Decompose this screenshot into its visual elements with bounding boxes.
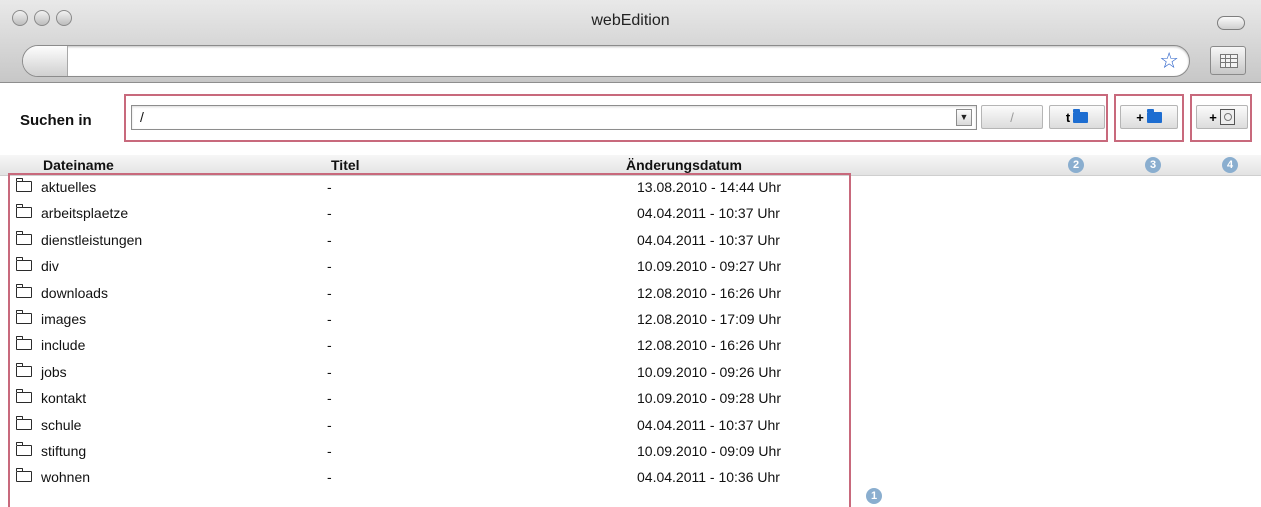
up-label: t [1065,109,1071,125]
file-date: 10.09.2010 - 09:09 Uhr [637,442,781,459]
file-title: - [327,205,332,222]
path-select[interactable]: / ▼ [131,105,977,130]
file-date: 10.09.2010 - 09:26 Uhr [637,363,781,380]
file-title: - [327,231,332,248]
window-title: webEdition [591,12,670,29]
file-name: schule [41,416,82,433]
file-toolbar: Suchen in / ▼ / t + + [0,83,1261,153]
file-date: 04.04.2011 - 10:37 Uhr [637,416,780,433]
root-directory-label: / [1010,109,1014,125]
file-name: images [41,310,87,327]
file-title: - [327,337,332,354]
list-item[interactable]: images - 12.08.2010 - 17:09 Uhr [0,308,850,334]
file-date: 12.08.2010 - 16:26 Uhr [637,284,781,301]
folder-icon [15,336,32,351]
list-item[interactable]: aktuelles - 13.08.2010 - 14:44 Uhr [0,176,850,202]
grid-view-button[interactable] [1210,46,1246,75]
file-name: wohnen [41,469,91,486]
file-title: - [327,442,332,459]
file-date: 04.04.2011 - 10:37 Uhr [637,205,780,222]
file-title: - [327,258,332,275]
address-input[interactable] [71,51,1135,73]
folder-up-icon [1073,109,1089,123]
folder-icon [15,415,32,430]
file-name: stiftung [41,442,87,459]
list-item[interactable]: jobs - 10.09.2010 - 09:26 Uhr [0,361,850,387]
file-title: - [327,363,332,380]
list-item[interactable]: div - 10.09.2010 - 09:27 Uhr [0,255,850,281]
file-title: - [327,390,332,407]
bookmark-star-icon[interactable]: ☆ [1159,48,1179,74]
list-item[interactable]: downloads - 12.08.2010 - 16:26 Uhr [0,282,850,308]
folder-icon [15,230,32,245]
file-date: 12.08.2010 - 17:09 Uhr [637,310,781,327]
file-title: - [327,310,332,327]
list-item[interactable]: schule - 04.04.2011 - 10:37 Uhr [0,414,850,440]
column-header-title[interactable]: Titel [331,157,360,173]
callout-badge-1: 1 [866,488,882,504]
file-date: 13.08.2010 - 14:44 Uhr [637,179,781,195]
folder-icon [15,204,32,219]
list-item[interactable]: arbeitsplaetze - 04.04.2011 - 10:37 Uhr [0,202,850,228]
folder-icon [15,389,32,404]
file-date: 10.09.2010 - 09:28 Uhr [637,390,781,407]
path-select-value: / [140,109,144,125]
root-directory-button[interactable]: / [981,105,1043,129]
column-header-name[interactable]: Dateiname [43,157,114,173]
window-titlebar: webEdition ☆ [0,0,1261,83]
list-item[interactable]: kontakt - 10.09.2010 - 09:28 Uhr [0,387,850,413]
folder-icon [15,441,32,456]
grid-icon [1220,54,1238,68]
file-name: jobs [41,363,67,380]
file-title: - [327,469,332,486]
new-file-button[interactable]: + [1196,105,1248,129]
callout-badge-4: 4 [1222,157,1238,173]
file-title: - [327,416,332,433]
file-name: aktuelles [41,179,97,195]
folder-icon [15,257,32,272]
column-header-date[interactable]: Änderungsdatum [626,157,742,173]
folder-icon [15,178,32,192]
file-name: kontakt [41,390,87,407]
plus-icon: + [1136,109,1144,125]
file-name: div [41,258,59,275]
back-button[interactable] [23,46,68,76]
address-bar: ☆ [22,45,1190,77]
folder-icon [15,362,32,377]
folder-icon [15,309,32,324]
list-item[interactable]: include - 12.08.2010 - 16:26 Uhr [0,334,850,360]
toolbar-toggle-button[interactable] [1217,16,1245,30]
list-item[interactable]: stiftung - 10.09.2010 - 09:09 Uhr [0,440,850,466]
callout-badge-2: 2 [1068,157,1084,173]
folder-icon [15,283,32,298]
new-folder-button[interactable]: + [1120,105,1178,129]
parent-directory-button[interactable]: t [1049,105,1105,129]
list-item[interactable]: wohnen - 04.04.2011 - 10:36 Uhr [0,466,850,492]
file-title: - [327,284,332,301]
chevron-down-icon[interactable]: ▼ [956,109,972,126]
folder-icon [15,468,32,483]
file-name: downloads [41,284,108,301]
file-date: 12.08.2010 - 16:26 Uhr [637,337,781,354]
plus-icon: + [1209,109,1217,125]
file-date: 04.04.2011 - 10:37 Uhr [637,231,780,248]
callout-badge-3: 3 [1145,157,1161,173]
new-folder-icon [1146,109,1162,123]
search-in-label: Suchen in [20,112,92,129]
file-title: - [327,179,332,195]
file-list: aktuelles - 13.08.2010 - 14:44 Uhr arbei… [0,176,850,493]
file-date: 10.09.2010 - 09:27 Uhr [637,258,781,275]
new-file-icon [1219,109,1235,125]
list-item[interactable]: dienstleistungen - 04.04.2011 - 10:37 Uh… [0,229,850,255]
file-name: include [41,337,86,354]
file-name: arbeitsplaetze [41,205,129,222]
file-date: 04.04.2011 - 10:36 Uhr [637,469,780,486]
file-name: dienstleistungen [41,231,143,248]
